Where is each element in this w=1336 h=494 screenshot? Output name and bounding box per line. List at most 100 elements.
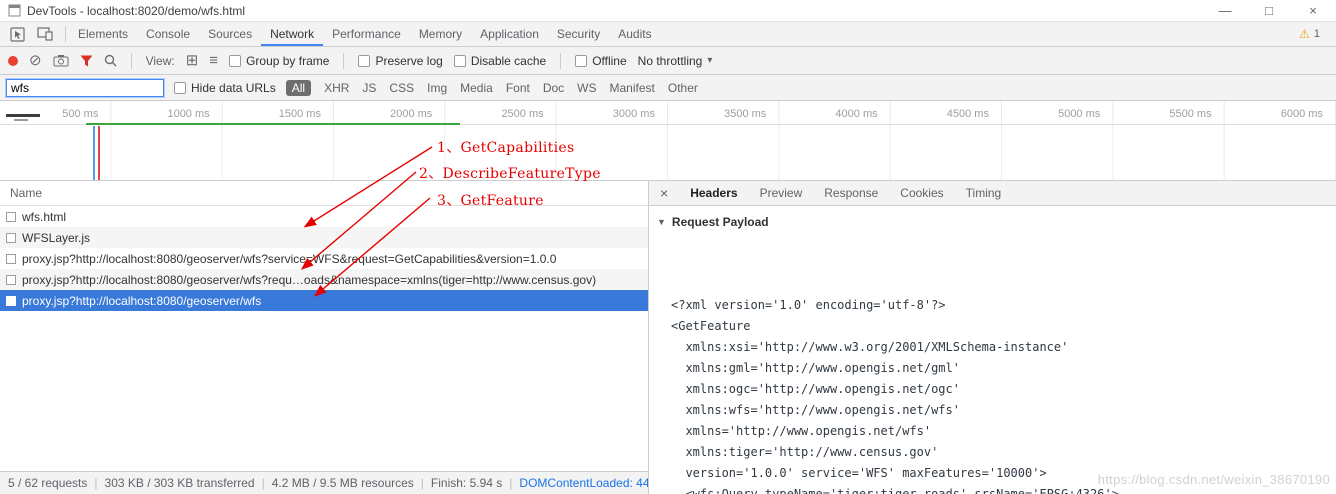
- timeline-tick: 4000 ms: [779, 101, 890, 124]
- window-controls: — □ ×: [1218, 3, 1328, 18]
- maximize-icon[interactable]: □: [1262, 3, 1276, 18]
- filter-funnel-icon[interactable]: [80, 55, 93, 67]
- payload-line: <GetFeature: [671, 316, 1336, 337]
- timeline-tick: 2500 ms: [445, 101, 556, 124]
- divider: [343, 53, 344, 69]
- file-icon: [6, 296, 16, 306]
- resource-type-filter[interactable]: WS: [577, 80, 596, 96]
- window-title: DevTools - localhost:8020/demo/wfs.html: [27, 4, 245, 18]
- network-request-row[interactable]: WFSLayer.js: [0, 227, 648, 248]
- network-overview[interactable]: [0, 125, 1336, 181]
- hide-data-urls-checkbox[interactable]: [174, 82, 186, 94]
- devtools-tab[interactable]: Network: [261, 22, 323, 46]
- detail-tab[interactable]: Timing: [955, 186, 1013, 200]
- divider: [131, 53, 132, 69]
- devtools-tab[interactable]: Audits: [609, 22, 660, 46]
- timeline-tick: 5500 ms: [1113, 101, 1224, 124]
- minimize-icon[interactable]: —: [1218, 3, 1232, 18]
- devtools-tab[interactable]: Console: [137, 22, 199, 46]
- group-by-frame-checkbox[interactable]: [229, 55, 241, 67]
- hide-data-urls-label: Hide data URLs: [191, 81, 276, 95]
- summary-segment: 4.2 MB / 9.5 MB resources: [255, 476, 414, 490]
- disable-cache-toggle[interactable]: Disable cache: [454, 54, 546, 68]
- devtools-tabs: ElementsConsoleSourcesNetworkPerformance…: [69, 22, 661, 46]
- throttling-select[interactable]: No throttling ▾: [638, 54, 713, 68]
- detail-tab[interactable]: Preview: [749, 186, 814, 200]
- payload-line: xmlns:wfs='http://www.opengis.net/wfs': [671, 400, 1336, 421]
- summary-segment[interactable]: DOMContentLoaded: 442 …: [502, 476, 648, 490]
- resource-type-filter[interactable]: Font: [506, 80, 530, 96]
- summary-segment: 5 / 62 requests: [8, 476, 87, 490]
- view-list-icon[interactable]: ≡: [209, 53, 218, 68]
- resource-type-filter[interactable]: Img: [427, 80, 447, 96]
- offline-toggle[interactable]: Offline: [575, 54, 626, 68]
- resource-type-filter[interactable]: Other: [668, 80, 698, 96]
- inspect-icon[interactable]: [4, 22, 30, 46]
- summary-segment: Finish: 5.94 s: [414, 476, 503, 490]
- payload-line: xmlns:xsi='http://www.w3.org/2001/XMLSch…: [671, 337, 1336, 358]
- resource-type-filter[interactable]: JS: [362, 80, 376, 96]
- hide-data-urls-toggle[interactable]: Hide data URLs: [174, 81, 276, 95]
- filterbar: Hide data URLs All XHR JS CSS Img Media Font Do…: [0, 75, 1336, 101]
- network-request-row[interactable]: proxy.jsp?http://localhost:8080/geoserve…: [0, 248, 648, 269]
- close-icon[interactable]: ×: [1306, 3, 1320, 18]
- request-list: wfs.html WFSLayer.js proxy.jsp?http://lo…: [0, 206, 648, 471]
- detail-tabs: HeadersPreviewResponseCookiesTiming: [679, 186, 1012, 200]
- detail-tab[interactable]: Response: [813, 186, 889, 200]
- disclosure-triangle-icon: ▼: [657, 217, 666, 227]
- filter-input[interactable]: [6, 79, 164, 97]
- devtools-tab[interactable]: Application: [471, 22, 548, 46]
- divider: [65, 26, 66, 42]
- devtools-tab[interactable]: Elements: [69, 22, 137, 46]
- payload-line: xmlns='http://www.opengis.net/wfs': [671, 421, 1336, 442]
- load-event-line: [98, 126, 100, 180]
- group-by-frame-toggle[interactable]: Group by frame: [229, 54, 329, 68]
- disable-cache-checkbox[interactable]: [454, 55, 466, 67]
- devtools-tab[interactable]: Sources: [199, 22, 261, 46]
- file-icon: [6, 212, 16, 222]
- timeline-green-line: [86, 123, 460, 125]
- network-request-row[interactable]: proxy.jsp?http://localhost:8080/geoserve…: [0, 290, 648, 311]
- resource-type-filter[interactable]: Media: [460, 80, 493, 96]
- payload-line: xmlns:gml='http://www.opengis.net/gml': [671, 358, 1336, 379]
- resource-type-filter[interactable]: XHR: [324, 80, 349, 96]
- preserve-log-checkbox[interactable]: [358, 55, 370, 67]
- resource-type-filters: All XHR JS CSS Img Media Font Doc WS Manifest Othe…: [286, 80, 698, 96]
- clear-icon[interactable]: ⊘: [29, 53, 42, 68]
- resource-type-filter[interactable]: All: [286, 80, 311, 96]
- resource-type-filter[interactable]: Doc: [543, 80, 564, 96]
- warning-count: 1: [1314, 28, 1320, 40]
- timeline-tick: 1000 ms: [111, 101, 222, 124]
- record-icon[interactable]: [8, 56, 18, 66]
- devtools-tab[interactable]: Performance: [323, 22, 410, 46]
- divider: [560, 53, 561, 69]
- close-detail-icon[interactable]: ×: [649, 185, 679, 201]
- devtools-tab[interactable]: Memory: [410, 22, 471, 46]
- devtools-window: DevTools - localhost:8020/demo/wfs.html …: [0, 0, 1336, 494]
- request-name: wfs.html: [22, 210, 66, 224]
- detail-tab[interactable]: Cookies: [889, 186, 954, 200]
- request-payload-toggle[interactable]: ▼ Request Payload: [649, 206, 1336, 232]
- devtools-tab[interactable]: Security: [548, 22, 609, 46]
- preserve-log-toggle[interactable]: Preserve log: [358, 54, 442, 68]
- offline-checkbox[interactable]: [575, 55, 587, 67]
- search-icon[interactable]: [104, 54, 117, 67]
- detail-tab[interactable]: Headers: [679, 186, 748, 200]
- resource-type-filter[interactable]: Manifest: [610, 80, 655, 96]
- request-name: proxy.jsp?http://localhost:8080/geoserve…: [22, 273, 596, 287]
- request-payload-xml: <?xml version='1.0' encoding='utf-8'?><G…: [649, 232, 1336, 494]
- preserve-log-label: Preserve log: [375, 54, 442, 68]
- screenshot-camera-icon[interactable]: [53, 54, 69, 67]
- warning-badge[interactable]: ⚠ 1: [1299, 22, 1336, 46]
- name-column-header[interactable]: Name: [0, 181, 648, 206]
- timeline-ruler: 500 ms1000 ms1500 ms2000 ms2500 ms3000 m…: [0, 101, 1336, 125]
- network-request-row[interactable]: proxy.jsp?http://localhost:8080/geoserve…: [0, 269, 648, 290]
- resource-type-filter[interactable]: CSS: [389, 80, 414, 96]
- devtools-icon: [8, 4, 21, 17]
- request-name: WFSLayer.js: [22, 231, 90, 245]
- network-request-row[interactable]: wfs.html: [0, 206, 648, 227]
- disable-cache-label: Disable cache: [471, 54, 546, 68]
- device-toolbar-icon[interactable]: [32, 22, 58, 46]
- timeline-tick: 1500 ms: [223, 101, 334, 124]
- view-grid-icon[interactable]: ⊞: [186, 53, 199, 68]
